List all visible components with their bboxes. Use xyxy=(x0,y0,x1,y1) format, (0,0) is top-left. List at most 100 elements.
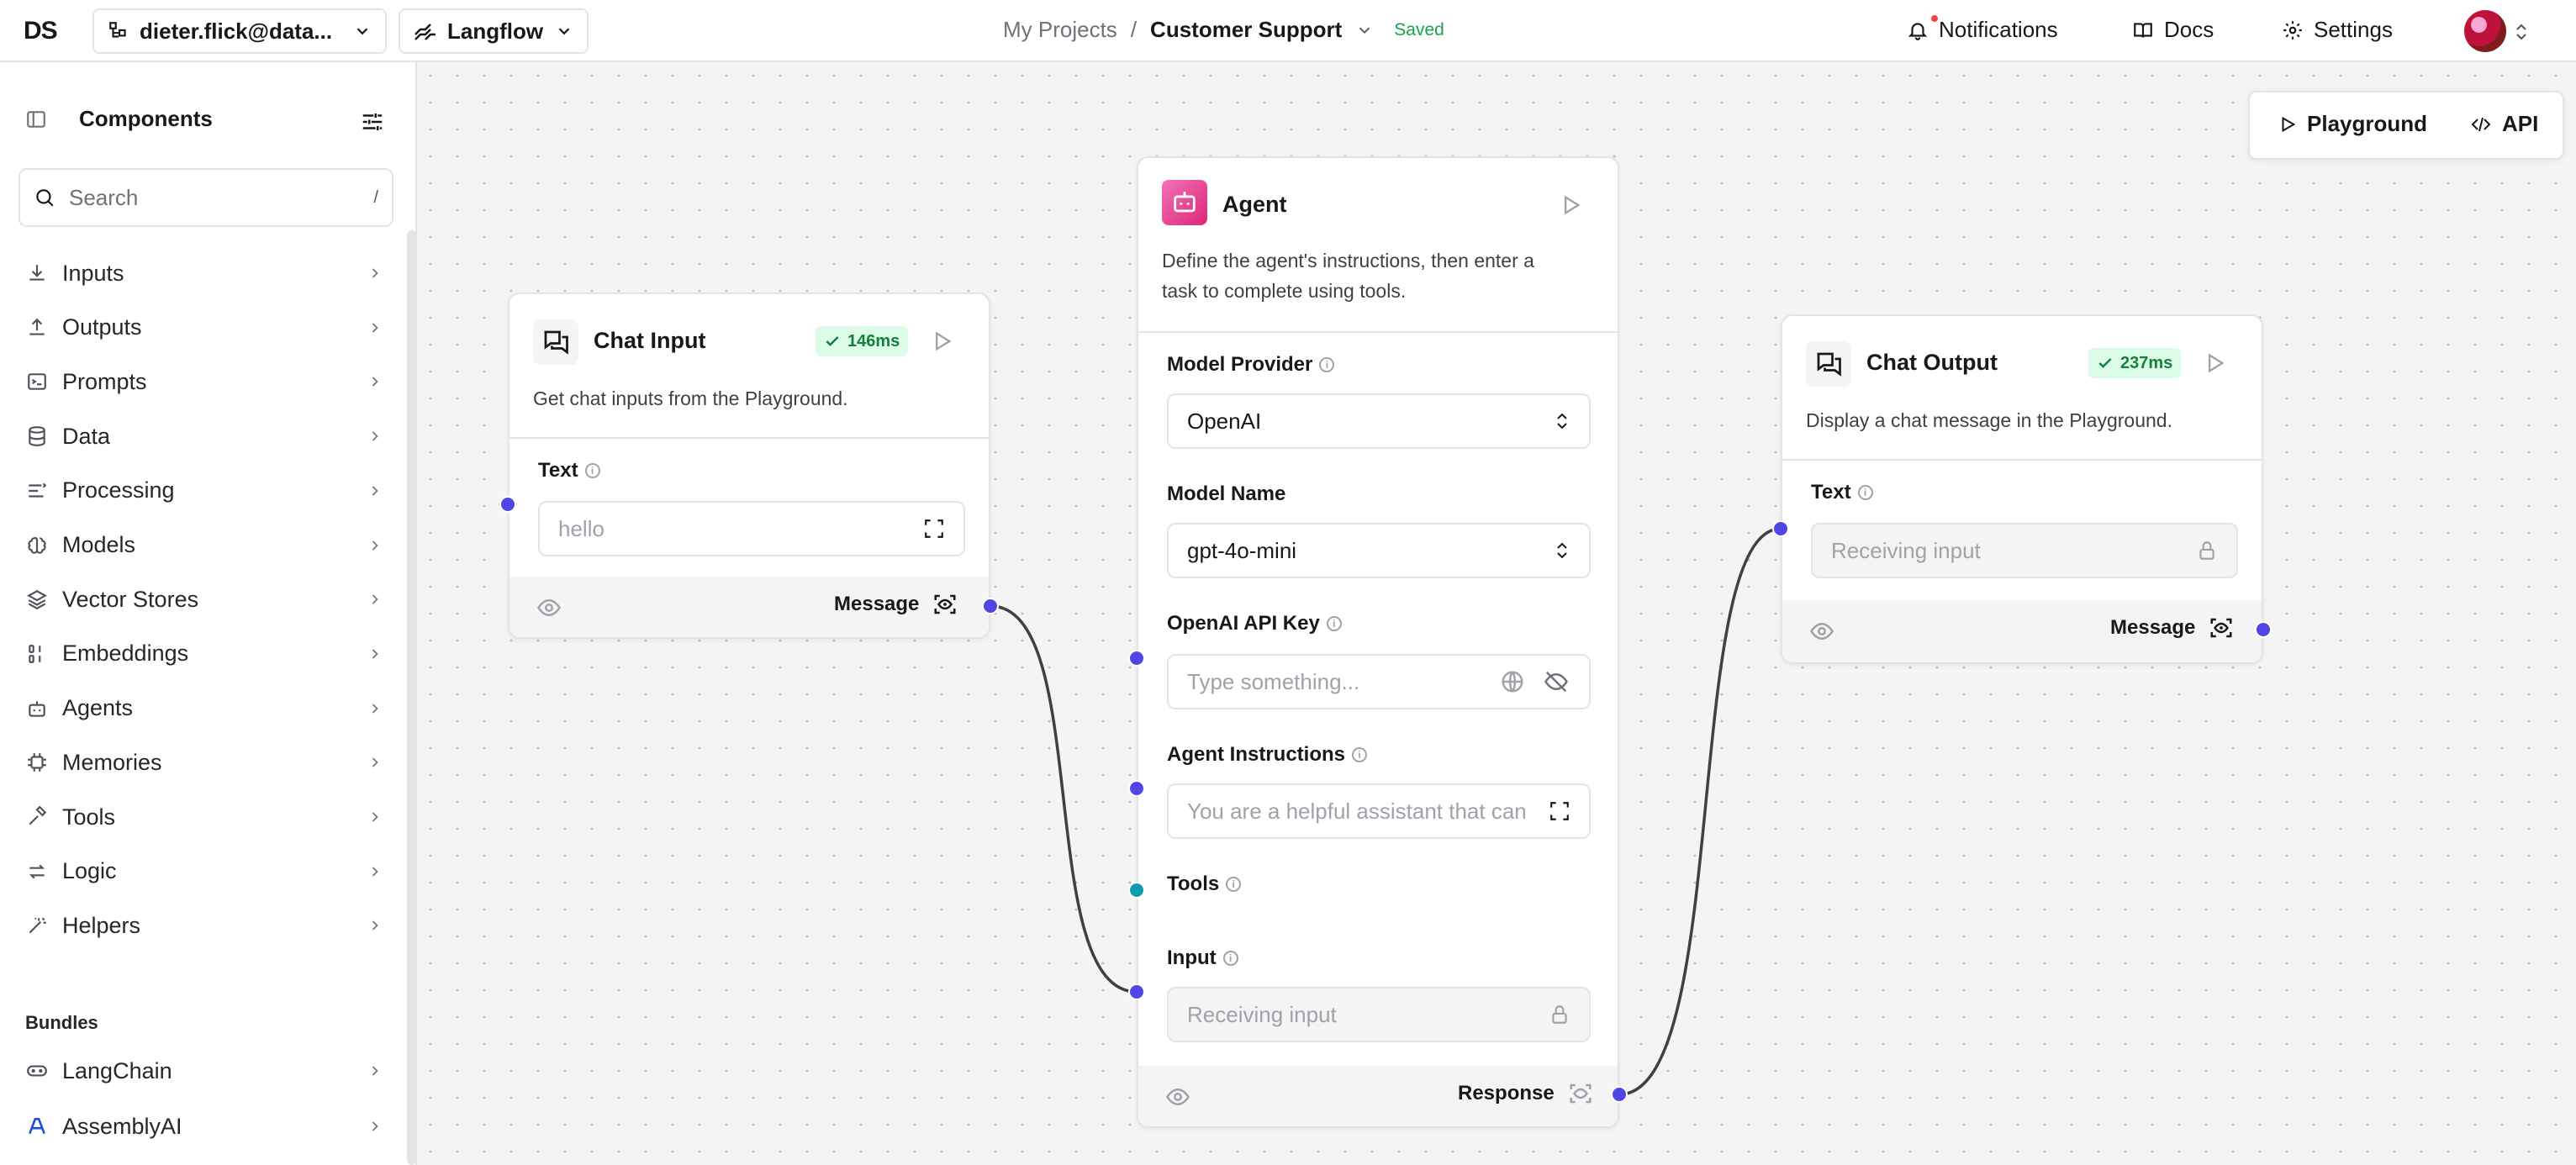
app-selector[interactable]: Langflow xyxy=(399,8,589,54)
layers-icon xyxy=(25,588,49,611)
notifications-button[interactable]: Notifications xyxy=(1907,17,2058,43)
node-title[interactable]: Chat Output xyxy=(1866,350,1998,376)
node-title[interactable]: Chat Input xyxy=(594,328,705,354)
eye-icon[interactable] xyxy=(536,595,562,620)
output-label: Message xyxy=(2110,616,2196,639)
agent-response-handle[interactable] xyxy=(1611,1086,1628,1103)
save-status: Saved xyxy=(1394,19,1444,40)
info-icon[interactable]: i xyxy=(1319,357,1335,372)
sidebar-item-outputs[interactable]: Outputs xyxy=(25,308,383,348)
sidebar-item-assemblyai[interactable]: AssemblyAI xyxy=(25,1106,383,1147)
top-header: DS dieter.flick@data... Langflow My Proj… xyxy=(0,0,2576,62)
info-icon[interactable]: i xyxy=(584,463,600,478)
label-text: OpenAI API Key xyxy=(1167,612,1320,635)
sidebar-item-processing[interactable]: Processing xyxy=(25,471,383,511)
info-icon[interactable]: i xyxy=(1352,747,1368,762)
eye-off-icon[interactable] xyxy=(1542,669,1570,694)
instructions-input[interactable]: You are a helpful assistant that can xyxy=(1167,783,1591,839)
eye-icon[interactable] xyxy=(1809,619,1834,644)
breadcrumb: My Projects / Customer Support Saved xyxy=(1003,17,1444,43)
chat-icon xyxy=(533,319,578,365)
langflow-icon xyxy=(414,24,435,40)
breadcrumb-separator: / xyxy=(1130,17,1138,42)
run-node-icon[interactable] xyxy=(1559,193,1582,217)
expand-icon[interactable] xyxy=(923,518,945,540)
app-logo[interactable]: DS xyxy=(24,17,58,45)
output-message[interactable]: Message xyxy=(2110,615,2234,640)
node-title[interactable]: Agent xyxy=(1222,192,1287,218)
info-icon[interactable]: i xyxy=(1222,951,1238,966)
bot-icon xyxy=(1162,180,1207,225)
sidebar-item-agents[interactable]: Agents xyxy=(25,688,383,729)
brain-icon xyxy=(25,534,49,557)
sidebar-toggle-icon[interactable] xyxy=(25,108,47,130)
info-icon[interactable]: i xyxy=(1226,877,1242,892)
chevron-right-icon xyxy=(372,431,378,441)
api-label: API xyxy=(2502,111,2539,136)
binary-icon xyxy=(25,642,49,666)
chevron-right-icon xyxy=(372,649,378,659)
project-name[interactable]: Customer Support xyxy=(1150,17,1342,43)
model-provider-select[interactable]: OpenAI xyxy=(1167,393,1591,449)
sidebar-item-prompts[interactable]: Prompts xyxy=(25,361,383,402)
expand-icon[interactable] xyxy=(1549,800,1570,822)
bell-icon xyxy=(1908,22,1928,40)
docs-link[interactable]: Docs xyxy=(2132,17,2214,43)
instructions-handle[interactable] xyxy=(1128,780,1145,797)
sidebar-item-models[interactable]: Models xyxy=(25,525,383,566)
search-icon xyxy=(36,189,54,207)
chevron-right-icon xyxy=(372,1066,378,1076)
chat-output-input-handle[interactable] xyxy=(1772,520,1789,537)
notifications-label: Notifications xyxy=(1939,17,2058,42)
chevron-down-icon[interactable] xyxy=(1355,21,1374,40)
sidebar-item-langchain[interactable]: LangChain xyxy=(25,1051,383,1091)
notification-dot xyxy=(1931,15,1938,22)
output-label: Response xyxy=(1458,1082,1555,1104)
api-button[interactable]: API xyxy=(2470,111,2538,137)
sidebar-item-inputs[interactable]: Inputs xyxy=(25,253,383,293)
avatar[interactable] xyxy=(2464,10,2506,52)
chat-input-output-handle[interactable] xyxy=(982,598,999,614)
chat-output-output-handle[interactable] xyxy=(2255,621,2272,638)
chat-input-input-handle[interactable] xyxy=(499,496,516,513)
inspect-output-icon[interactable] xyxy=(1568,1081,1593,1106)
sidebar-item-tools[interactable]: Tools xyxy=(25,797,383,837)
sidebar-scrollbar[interactable] xyxy=(407,230,415,1165)
sidebar-item-logic[interactable]: Logic xyxy=(25,851,383,892)
run-node-icon[interactable] xyxy=(930,329,953,353)
sidebar-item-helpers[interactable]: Helpers xyxy=(25,905,383,946)
chat-output-node[interactable]: Chat Output 237ms Display a chat message… xyxy=(1781,314,2263,664)
info-icon[interactable]: i xyxy=(1857,485,1873,500)
agent-input-handle[interactable] xyxy=(1128,983,1145,1000)
output-response[interactable]: Response xyxy=(1458,1081,1593,1106)
output-message[interactable]: Message xyxy=(834,592,958,617)
api-key-handle[interactable] xyxy=(1128,650,1145,667)
playground-button[interactable]: Playground xyxy=(2278,111,2427,137)
sidebar-item-vector-stores[interactable]: Vector Stores xyxy=(25,579,383,619)
inspect-output-icon[interactable] xyxy=(2209,615,2234,640)
run-node-icon[interactable] xyxy=(2203,351,2226,375)
inspect-output-icon[interactable] xyxy=(932,592,958,617)
check-icon xyxy=(2098,358,2112,368)
lock-icon xyxy=(1552,1005,1567,1024)
globe-icon[interactable] xyxy=(1500,669,1525,694)
api-key-input[interactable]: Type something... xyxy=(1167,654,1591,709)
agent-node[interactable]: Agent Define the agent's instructions, t… xyxy=(1137,156,1619,1128)
eye-icon[interactable] xyxy=(1165,1084,1190,1110)
filter-settings-icon[interactable] xyxy=(360,109,385,134)
play-icon xyxy=(2282,116,2296,132)
sidebar-item-memories[interactable]: Memories xyxy=(25,742,383,783)
org-selector[interactable]: dieter.flick@data... xyxy=(92,8,387,54)
sidebar-item-embeddings[interactable]: Embeddings xyxy=(25,634,383,674)
chat-input-node[interactable]: Chat Input 146ms Get chat inputs from th… xyxy=(508,293,990,639)
search-input[interactable]: Search / xyxy=(18,168,393,227)
docs-label: Docs xyxy=(2164,17,2214,42)
text-input[interactable]: hello xyxy=(538,501,965,556)
info-icon[interactable]: i xyxy=(1326,616,1342,631)
chevrons-up-down-icon[interactable] xyxy=(2514,22,2529,42)
settings-button[interactable]: Settings xyxy=(2282,17,2393,43)
tools-handle[interactable] xyxy=(1128,882,1145,899)
model-name-select[interactable]: gpt-4o-mini xyxy=(1167,523,1591,578)
breadcrumb-root[interactable]: My Projects xyxy=(1003,17,1117,43)
sidebar-item-data[interactable]: Data xyxy=(25,416,383,456)
